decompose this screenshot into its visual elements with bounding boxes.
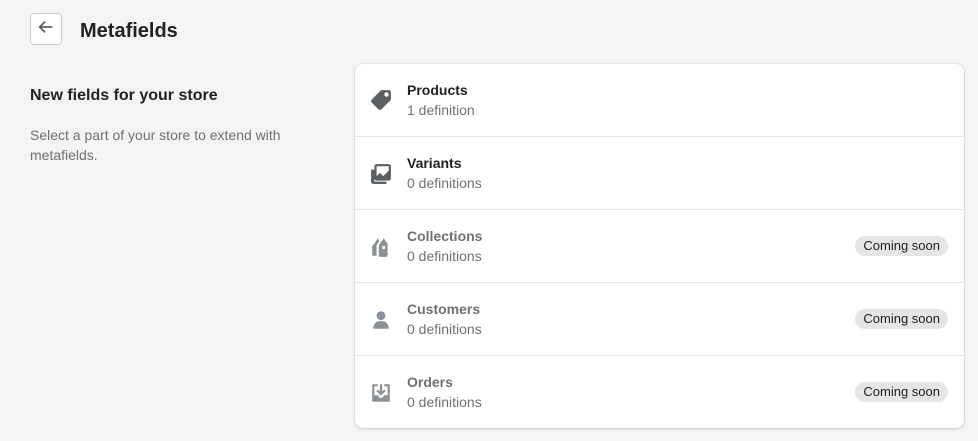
definition-count: 1 definition bbox=[407, 102, 475, 118]
resource-name: Customers bbox=[407, 301, 481, 317]
resource-row-products[interactable]: Products 1 definition bbox=[355, 64, 964, 136]
definition-count: 0 definitions bbox=[407, 394, 482, 410]
resource-name: Variants bbox=[407, 155, 462, 171]
resource-name: Products bbox=[407, 82, 468, 98]
variants-icon bbox=[370, 163, 392, 185]
arrow-left-icon bbox=[37, 18, 55, 41]
resource-list-card: Products 1 definition Variants 0 definit… bbox=[355, 64, 964, 428]
resource-name: Collections bbox=[407, 228, 483, 244]
definition-count: 0 definitions bbox=[407, 175, 482, 191]
resource-row-customers: Customers 0 definitions Coming soon bbox=[355, 282, 964, 355]
coming-soon-badge: Coming soon bbox=[855, 382, 948, 402]
metafields-page: Metafields New fields for your store Sel… bbox=[0, 0, 978, 441]
tag-icon bbox=[370, 89, 392, 111]
resource-name: Orders bbox=[407, 374, 453, 390]
page-title: Metafields bbox=[80, 20, 178, 42]
resource-row-orders: Orders 0 definitions Coming soon bbox=[355, 355, 964, 428]
orders-icon bbox=[370, 382, 392, 404]
collections-icon bbox=[370, 236, 392, 258]
coming-soon-badge: Coming soon bbox=[855, 309, 948, 329]
resource-row-variants[interactable]: Variants 0 definitions bbox=[355, 136, 964, 209]
coming-soon-badge: Coming soon bbox=[855, 236, 948, 256]
back-button[interactable] bbox=[30, 13, 62, 45]
resource-row-collections: Collections 0 definitions Coming soon bbox=[355, 209, 964, 282]
customer-icon bbox=[370, 309, 392, 331]
section-description: Select a part of your store to extend wi… bbox=[30, 127, 281, 163]
definition-count: 0 definitions bbox=[407, 321, 482, 337]
section-heading: New fields for your store bbox=[30, 87, 218, 104]
definition-count: 0 definitions bbox=[407, 248, 482, 264]
